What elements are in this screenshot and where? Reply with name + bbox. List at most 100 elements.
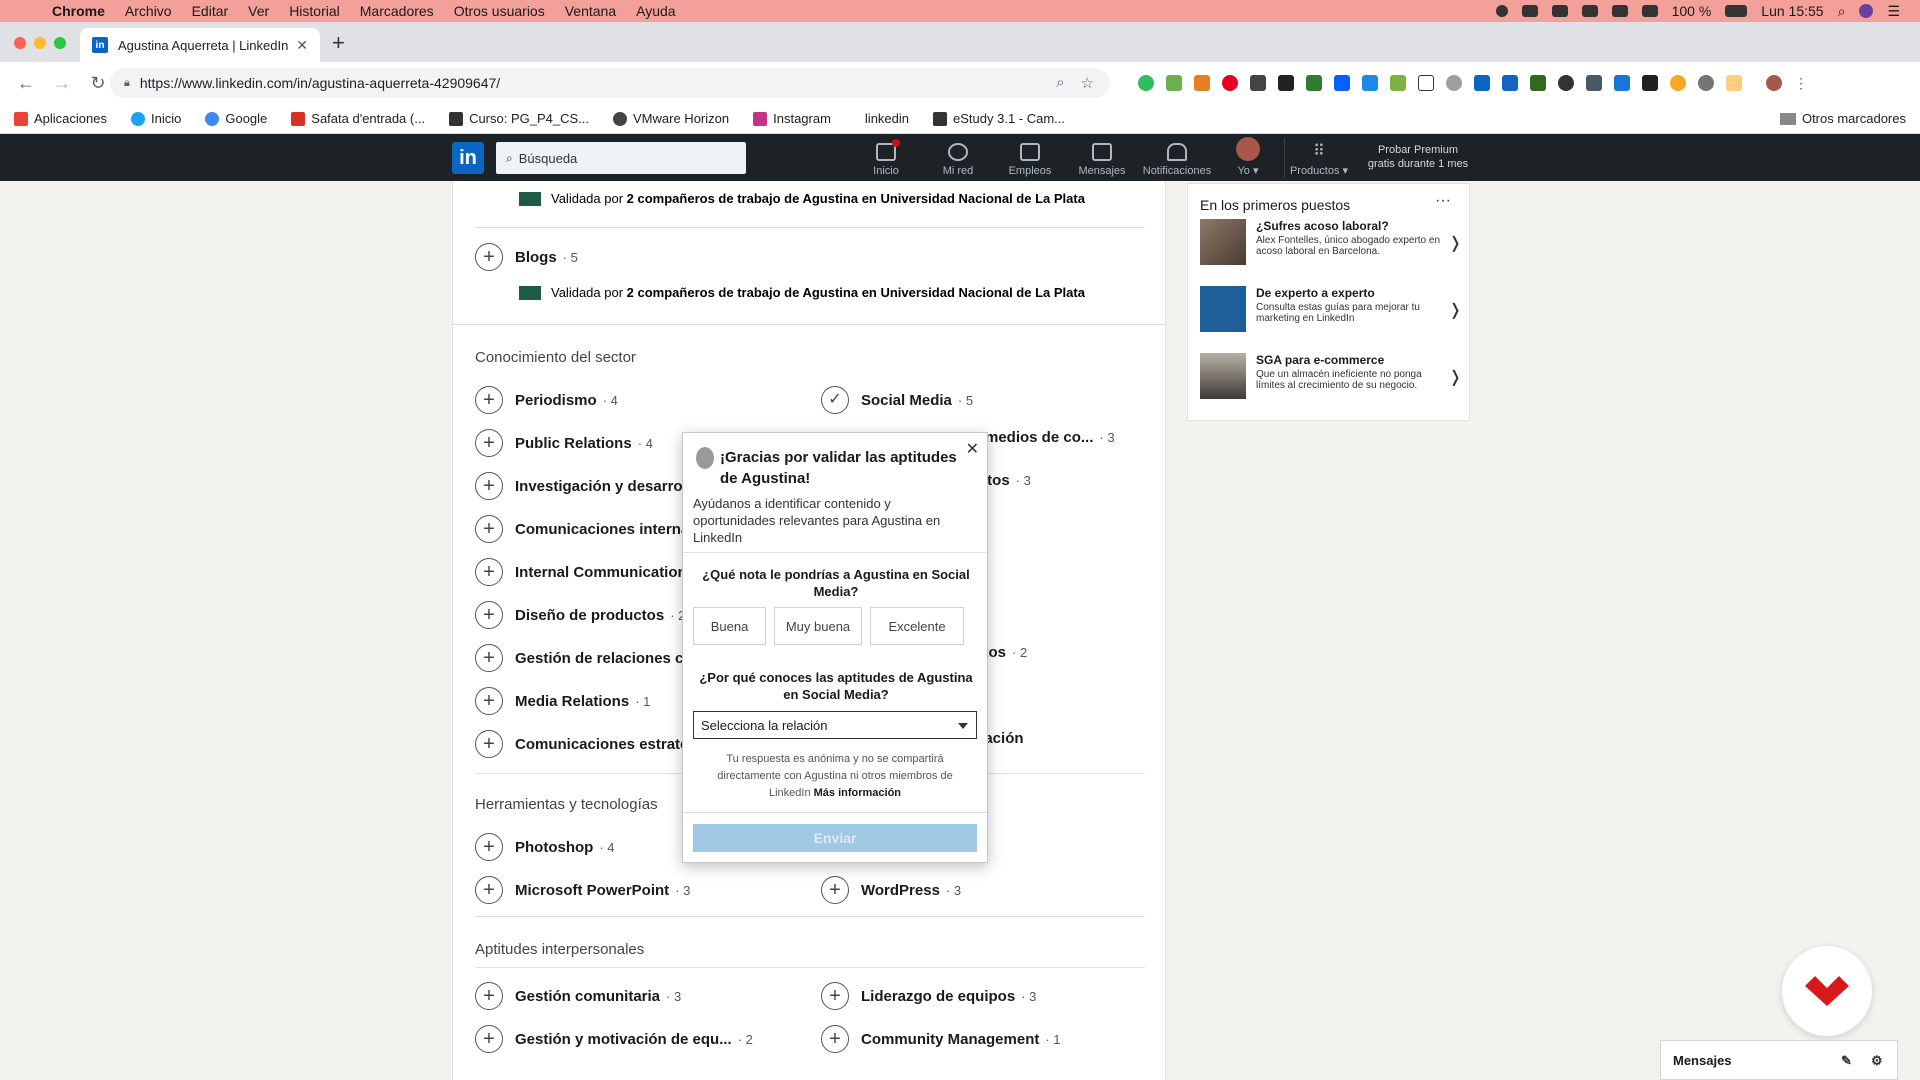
extension-icon[interactable] <box>1278 75 1294 91</box>
endorse-plus-icon[interactable]: + <box>475 601 503 629</box>
extension-icon[interactable] <box>1698 75 1714 91</box>
menu-editar[interactable]: Editar <box>192 3 229 19</box>
menu-ver[interactable]: Ver <box>248 3 269 19</box>
endorse-plus-icon[interactable]: + <box>475 876 503 904</box>
skill-name[interactable]: Internal Communications <box>515 564 695 581</box>
nav-notificaciones[interactable]: Notificaciones <box>1139 134 1215 181</box>
minimize-window-icon[interactable] <box>34 37 46 49</box>
skill-name[interactable]: Community Management <box>861 1031 1039 1048</box>
more-info-link[interactable]: Más información <box>814 787 901 799</box>
skill-name[interactable]: Comunicaciones estraté <box>515 736 688 753</box>
messaging-bar[interactable]: Mensajes ✎ ⚙ <box>1660 1040 1898 1080</box>
skill-name[interactable]: Public Relations <box>515 435 632 452</box>
rating-very-good-button[interactable]: Muy buena <box>774 607 862 645</box>
forward-icon[interactable]: → <box>52 73 72 94</box>
profile-avatar-icon[interactable] <box>1766 75 1782 91</box>
dropbox-extension-icon[interactable] <box>1334 75 1350 91</box>
record-icon[interactable] <box>1495 5 1508 17</box>
siri-icon[interactable] <box>1859 4 1874 18</box>
chevron-right-icon[interactable]: ❭ <box>1449 300 1462 320</box>
lock-icon[interactable]: 🔒︎ <box>124 77 130 90</box>
evernote-extension-icon[interactable] <box>1138 75 1154 91</box>
chrome-menu-icon[interactable]: ⋮ <box>1794 75 1808 92</box>
validated-detail[interactable]: 2 compañeros de trabajo de Agustina en U… <box>627 191 1085 206</box>
menu-app[interactable]: Chrome <box>52 3 105 19</box>
endorse-plus-icon[interactable]: + <box>475 644 503 672</box>
bookmark-estudy[interactable]: eStudy 3.1 - Cam... <box>933 111 1065 126</box>
bookmark-apps[interactable]: Aplicaciones <box>14 111 107 126</box>
menu-ayuda[interactable]: Ayuda <box>636 3 675 19</box>
menu-ventana[interactable]: Ventana <box>565 3 616 19</box>
settings-gear-icon[interactable]: ⚙ <box>1871 1053 1883 1069</box>
check-extension-icon[interactable] <box>1418 75 1434 91</box>
skill-name[interactable]: Diseño de productos <box>515 607 664 624</box>
extension-icon[interactable] <box>1670 75 1686 91</box>
linkedin-extension-icon[interactable] <box>1474 75 1490 91</box>
url-text[interactable]: https://www.linkedin.com/in/agustina-aqu… <box>140 75 500 91</box>
skill-name[interactable]: WordPress <box>861 882 940 899</box>
chevron-right-icon[interactable]: ❭ <box>1449 233 1462 253</box>
compose-icon[interactable]: ✎ <box>1841 1053 1852 1069</box>
ad-item[interactable]: ¿Sufres acoso laboral? Alex Fontelles, ú… <box>1200 219 1462 269</box>
skill-name[interactable]: Gestión comunitaria <box>515 988 660 1005</box>
endorse-plus-icon[interactable]: + <box>475 243 503 271</box>
endorse-plus-icon[interactable]: + <box>475 558 503 586</box>
battery-icon[interactable] <box>1725 5 1748 17</box>
extension-icon[interactable] <box>1502 75 1518 91</box>
volume-icon[interactable] <box>1641 5 1658 17</box>
clock[interactable]: Lun 15:55 <box>1761 3 1823 19</box>
search-input[interactable]: ⌕ Búsqueda <box>496 142 746 174</box>
menu-otros-usuarios[interactable]: Otros usuarios <box>454 3 545 19</box>
extension-icon[interactable] <box>1306 75 1322 91</box>
rating-excellent-button[interactable]: Excelente <box>870 607 964 645</box>
skill-name[interactable]: Microsoft PowerPoint <box>515 882 669 899</box>
skill-name[interactable]: Liderazgo de equipos <box>861 988 1015 1005</box>
nav-mi-red[interactable]: Mi red <box>923 134 993 181</box>
endorse-plus-icon[interactable]: + <box>821 876 849 904</box>
extension-icon[interactable] <box>1642 75 1658 91</box>
skill-name[interactable]: Social Media <box>861 392 952 409</box>
menu-historial[interactable]: Historial <box>289 3 340 19</box>
cloud-icon[interactable] <box>1551 5 1568 17</box>
endorsed-check-icon[interactable]: ✓ <box>821 386 849 414</box>
battery-percent[interactable]: 100 % <box>1672 3 1712 19</box>
relationship-select[interactable]: Selecciona la relación <box>693 711 977 739</box>
rating-good-button[interactable]: Buena <box>693 607 766 645</box>
skill-name[interactable]: Gestión de relaciones co <box>515 650 693 667</box>
bookmark-star-icon[interactable]: ☆ <box>1081 74 1094 92</box>
endorse-plus-icon[interactable]: + <box>475 515 503 543</box>
spotlight-icon[interactable]: ⌕ <box>1838 3 1846 20</box>
bookmark-vmware[interactable]: VMware Horizon <box>613 111 729 126</box>
extension-icon[interactable] <box>1390 75 1406 91</box>
submit-button[interactable]: Enviar <box>693 824 977 852</box>
endorse-plus-icon[interactable]: + <box>821 1025 849 1053</box>
more-options-icon[interactable]: ··· <box>1435 192 1451 210</box>
chevron-right-icon[interactable]: ❭ <box>1449 367 1462 387</box>
linkedin-logo[interactable]: in <box>452 142 484 174</box>
display-icon[interactable] <box>1521 5 1538 17</box>
skill-name[interactable]: Blogs <box>515 249 557 266</box>
extension-icon[interactable] <box>1726 75 1742 91</box>
extension-icon[interactable] <box>1446 75 1462 91</box>
browser-tab[interactable]: in Agustina Aquerreta | LinkedIn ✕ <box>80 28 320 62</box>
endorse-plus-icon[interactable]: + <box>475 386 503 414</box>
endorse-plus-icon[interactable]: + <box>475 833 503 861</box>
ad-item[interactable]: SGA para e-commerce Que un almacén inefi… <box>1200 353 1462 403</box>
bookmark-instagram[interactable]: Instagram <box>753 111 831 126</box>
close-window-icon[interactable] <box>14 37 26 49</box>
nav-productos[interactable]: ⠿ Productos ▾ <box>1284 134 1354 181</box>
brand-logo[interactable] <box>1782 946 1872 1036</box>
skill-name[interactable]: medios de co... <box>985 429 1093 446</box>
validated-detail[interactable]: 2 compañeros de trabajo de Agustina en U… <box>627 285 1085 300</box>
reload-icon[interactable]: ↻ <box>88 73 108 94</box>
menu-archivo[interactable]: Archivo <box>125 3 172 19</box>
endorse-plus-icon[interactable]: + <box>821 982 849 1010</box>
zoom-icon[interactable]: ⌕ <box>1056 74 1064 92</box>
extension-icon[interactable] <box>1166 75 1182 91</box>
bookmark-inicio[interactable]: Inicio <box>131 111 181 126</box>
endorse-plus-icon[interactable]: + <box>475 1025 503 1053</box>
endorse-plus-icon[interactable]: + <box>475 982 503 1010</box>
bookmark-linkedin[interactable]: linkedin <box>865 111 909 126</box>
bookmark-google[interactable]: Google <box>205 111 267 126</box>
skill-name[interactable]: Periodismo <box>515 392 597 409</box>
